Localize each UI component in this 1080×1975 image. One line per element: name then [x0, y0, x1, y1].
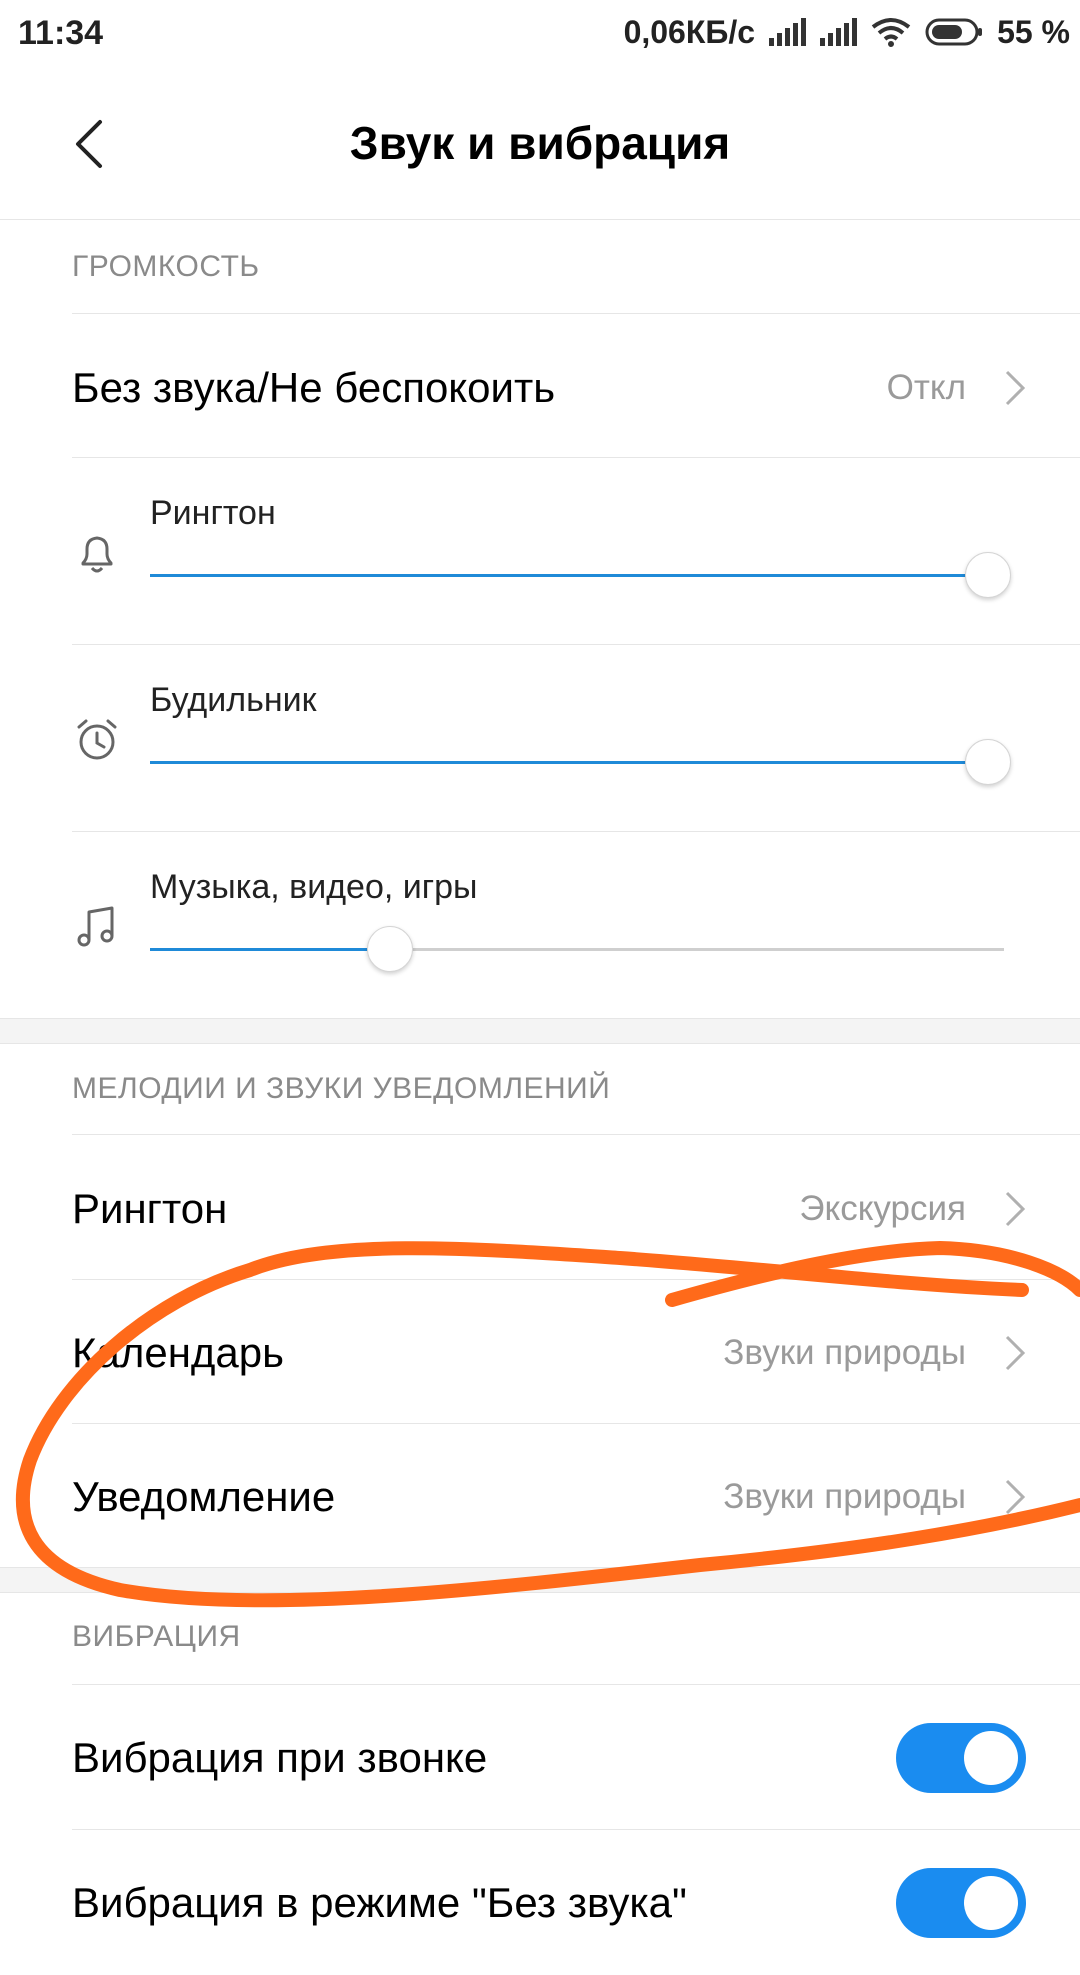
slider-label: Музыка, видео, игры	[150, 868, 478, 906]
silent-mode-value: Откл	[886, 368, 966, 407]
divider	[72, 1829, 1080, 1830]
vibrate-silent-toggle[interactable]	[896, 1868, 1026, 1938]
slider-row-alarm: Будильник	[0, 645, 1080, 831]
calendar-value: Звуки природы	[723, 1333, 966, 1372]
silent-mode-row[interactable]: Без звука/Не беспокоить Откл	[0, 316, 1080, 460]
calendar-row[interactable]: Календарь Звуки природы	[0, 1281, 1080, 1425]
toggle-knob	[964, 1876, 1018, 1930]
ringtone-label: Рингтон	[72, 1185, 228, 1232]
music-note-icon	[77, 906, 114, 947]
wifi-icon	[871, 17, 911, 47]
battery-percent: 55 %	[997, 13, 1070, 50]
ringtone-volume-slider[interactable]	[150, 552, 1011, 598]
network-speed: 0,06КБ/с	[623, 13, 756, 50]
notification-row[interactable]: Уведомление Звуки природы	[0, 1425, 1080, 1569]
silent-mode-label: Без звука/Не беспокоить	[72, 364, 556, 411]
slider-thumb[interactable]	[367, 926, 414, 972]
toggle-knob	[964, 1731, 1018, 1785]
divider	[72, 1684, 1080, 1685]
status-time: 11:34	[18, 14, 104, 52]
notification-value: Звуки природы	[723, 1477, 966, 1516]
bell-icon	[81, 536, 113, 573]
vibrate-on-ring-label: Вибрация при звонке	[72, 1734, 488, 1781]
slider-label: Будильник	[150, 681, 317, 719]
divider	[72, 1423, 1080, 1424]
section-title-volume: ГРОМКОСТЬ	[72, 250, 260, 283]
app-header: Звук и вибрация	[0, 66, 1080, 220]
alarm-clock-icon	[77, 719, 117, 760]
section-separator	[0, 1018, 1080, 1044]
signal-icon	[820, 18, 858, 46]
status-bar: 11:34 0,06КБ/с 55 %	[0, 0, 1080, 66]
divider	[72, 1279, 1080, 1280]
chevron-right-icon	[1005, 1479, 1026, 1515]
section-separator	[0, 1567, 1080, 1593]
battery-icon	[925, 17, 983, 47]
calendar-label: Календарь	[72, 1329, 284, 1376]
chevron-right-icon	[1005, 370, 1026, 406]
alarm-volume-slider[interactable]	[150, 739, 1011, 785]
slider-row-ringtone: Рингтон	[0, 458, 1080, 644]
status-icons: 0,06КБ/с 55 %	[624, 12, 1070, 52]
slider-label: Рингтон	[150, 494, 276, 532]
page-title: Звук и вибрация	[349, 117, 731, 169]
chevron-right-icon	[1005, 1191, 1026, 1227]
slider-row-media: Музыка, видео, игры	[0, 832, 1080, 1018]
slider-thumb[interactable]	[964, 552, 1011, 598]
notification-label: Уведомление	[72, 1473, 336, 1520]
vibrate-on-ring-row[interactable]: Вибрация при звонке	[0, 1686, 1080, 1830]
ringtone-row[interactable]: Рингтон Экскурсия	[0, 1137, 1080, 1281]
vibrate-silent-row[interactable]: Вибрация в режиме "Без звука"	[0, 1831, 1080, 1975]
divider	[72, 1134, 1080, 1135]
slider-thumb[interactable]	[964, 739, 1011, 785]
divider	[72, 313, 1080, 314]
ringtone-value: Экскурсия	[799, 1189, 966, 1228]
signal-icon	[769, 18, 807, 46]
media-volume-slider[interactable]	[150, 926, 1004, 972]
vibrate-on-ring-toggle[interactable]	[896, 1723, 1026, 1793]
section-title-sounds: МЕЛОДИИ И ЗВУКИ УВЕДОМЛЕНИЙ	[72, 1072, 611, 1105]
section-title-vibration: ВИБРАЦИЯ	[72, 1620, 241, 1653]
chevron-right-icon	[1005, 1335, 1026, 1371]
